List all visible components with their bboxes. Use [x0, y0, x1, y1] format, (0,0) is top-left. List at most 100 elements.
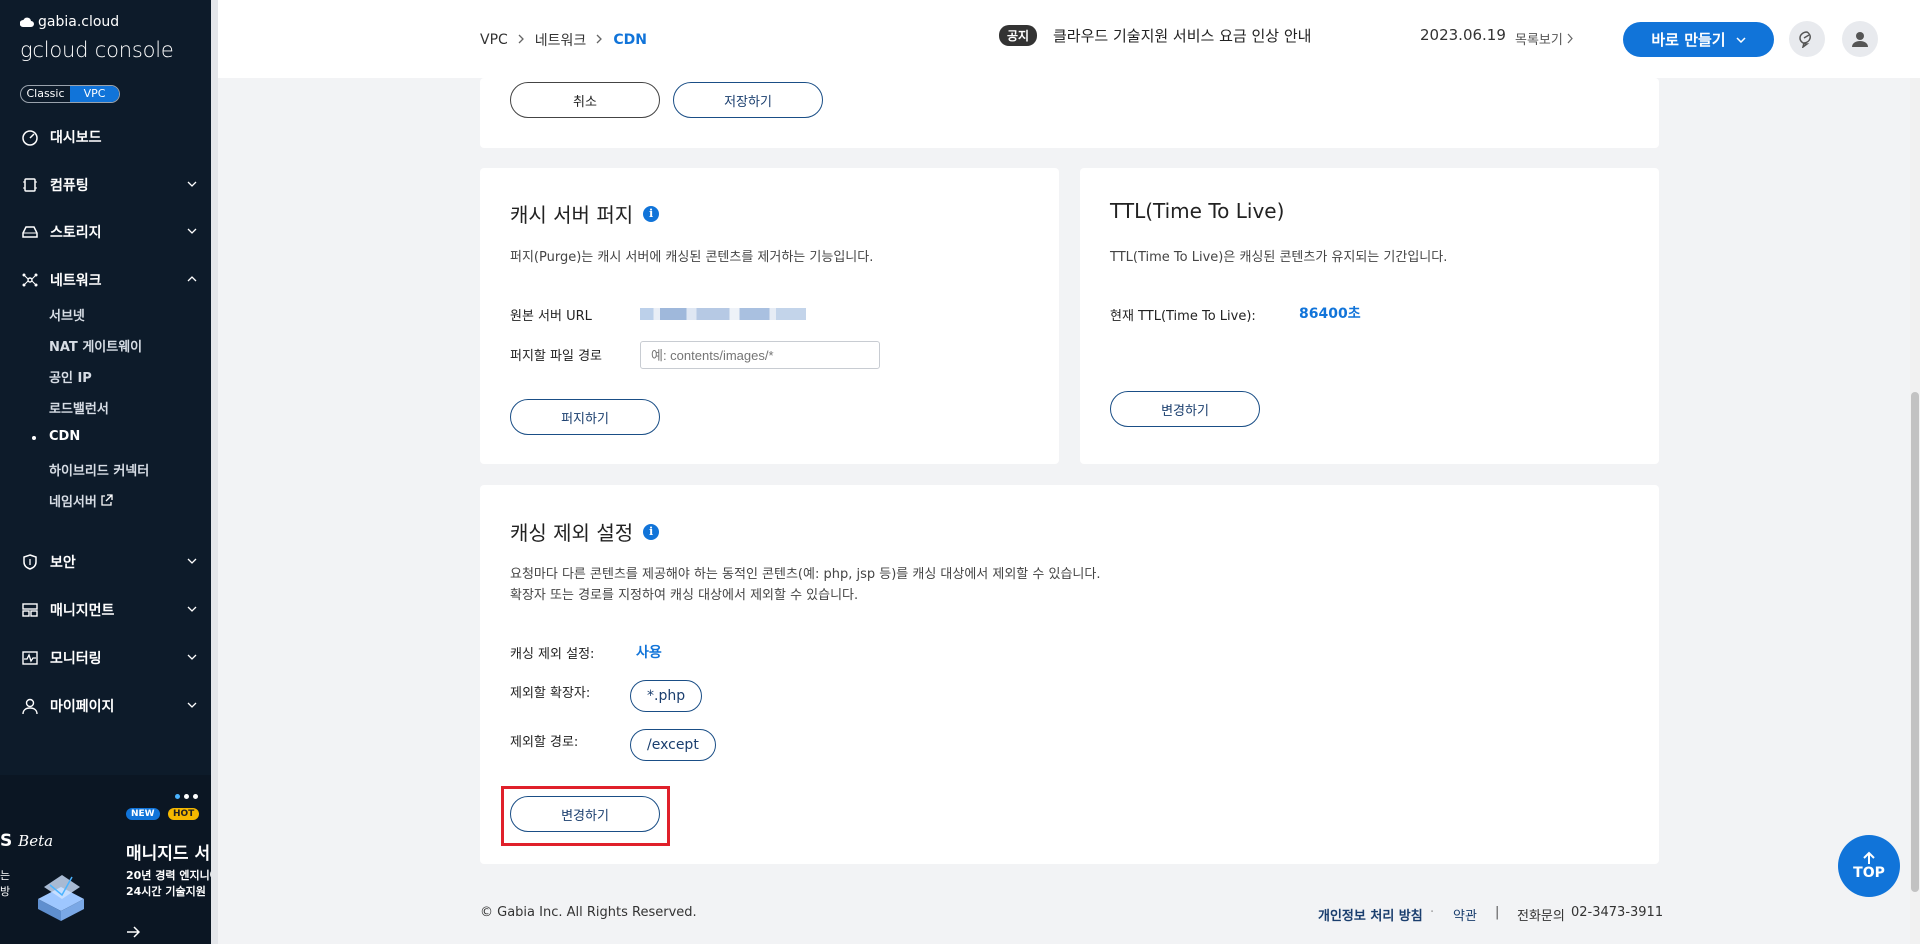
external-link-icon	[101, 494, 113, 506]
chevron-right-icon	[1567, 33, 1573, 44]
user-icon	[1852, 32, 1868, 47]
notice-text[interactable]: 클라우드 기술지원 서비스 요금 인상 안내	[1053, 25, 1311, 46]
sidebar-sub-hybrid-connector[interactable]: 하이브리드 커넥터	[49, 460, 149, 479]
sidebar-sub-cdn[interactable]: CDN	[31, 429, 80, 444]
sidebar-item-dashboard[interactable]: 대시보드	[20, 125, 200, 149]
arrow-right-icon[interactable]	[126, 923, 141, 942]
breadcrumb-vpc[interactable]: VPC	[480, 32, 508, 48]
cache-exclude-desc2: 확장자 또는 경로를 지정하여 캐싱 대상에서 제외할 수 있습니다.	[510, 588, 859, 603]
sidebar-item-storage[interactable]: 스토리지	[20, 220, 200, 244]
phone-label: 전화문의	[1517, 909, 1565, 924]
promo-banner[interactable]: S Beta 는 방 매니지드 서 20년 경력 엔지니어 24시간 기술지원	[0, 775, 211, 944]
server-3d-icon	[30, 865, 92, 927]
sidebar-item-label: 모니터링	[50, 651, 102, 667]
info-icon[interactable]: i	[643, 523, 660, 540]
phone-number: 02-3473-3911	[1571, 905, 1664, 920]
ttl-current-value: 86400초	[1299, 306, 1361, 322]
ttl-current-label: 현재 TTL(Time To Live):	[1110, 309, 1256, 324]
list-link[interactable]: 목록보기	[1515, 29, 1574, 48]
promo-dot[interactable]	[184, 794, 189, 799]
chevron-right-icon	[518, 32, 525, 48]
dashboard-icon	[20, 127, 40, 147]
promo-left-title-text: S	[0, 831, 13, 851]
chat-icon	[1799, 31, 1811, 48]
cache-purge-desc: 퍼지(Purge)는 캐시 서버에 캐싱된 콘텐츠를 제거하는 기능입니다.	[510, 250, 874, 265]
feedback-button[interactable]	[1789, 21, 1825, 57]
promo-dot[interactable]	[193, 794, 198, 799]
brand-small-text: gabia.cloud	[38, 14, 120, 30]
top-header: VPC 네트워크 CDN 공지 클라우드 기술지원 서비스 요금 인상 안내 2…	[218, 0, 1920, 78]
exclude-setting-value: 사용	[636, 645, 662, 661]
sidebar-item-label: 보안	[50, 555, 76, 571]
sidebar-item-monitoring[interactable]: 모니터링	[20, 646, 200, 670]
cache-purge-card: 캐시 서버 퍼지 i 퍼지(Purge)는 캐시 서버에 캐싱된 콘텐츠를 제거…	[480, 168, 1059, 464]
sidebar-sub-nameserver[interactable]: 네임서버	[49, 491, 113, 510]
server-icon	[20, 600, 40, 620]
sidebar-item-management[interactable]: 매니지먼트	[20, 598, 200, 622]
exclude-setting-label: 캐싱 제외 설정:	[510, 647, 595, 662]
breadcrumb-cdn: CDN	[613, 32, 647, 48]
notice-date: 2023.06.19	[1420, 26, 1506, 44]
sidebar-sub-nat-gateway[interactable]: NAT 게이트웨이	[49, 336, 142, 355]
notice-tag: 공지	[999, 25, 1038, 46]
ttl-change-button[interactable]: 변경하기	[1110, 391, 1260, 427]
promo-line1: 20년 경력 엔지니어	[126, 869, 211, 882]
chevron-down-icon	[184, 553, 200, 569]
sidebar-item-security[interactable]: 보안	[20, 550, 200, 574]
ttl-title: TTL(Time To Live)	[1110, 199, 1285, 223]
promo-dot[interactable]	[175, 794, 180, 799]
cache-purge-title-text: 캐시 서버 퍼지	[510, 203, 634, 227]
ttl-card: TTL(Time To Live) TTL(Time To Live)은 캐싱된…	[1080, 168, 1659, 464]
mode-classic[interactable]: Classic	[21, 86, 70, 102]
promo-left-title: S Beta	[0, 831, 53, 851]
cloud-logo-icon	[20, 17, 34, 27]
sidebar-item-mypage[interactable]: 마이페이지	[20, 694, 200, 718]
sidebar-item-computing[interactable]: 컴퓨팅	[20, 173, 200, 197]
page-scrollbar-thumb[interactable]	[1911, 392, 1919, 892]
sidebar-sub-label: 네임서버	[49, 495, 97, 510]
sidebar: gabia.cloud gcloud console Classic VPC 대…	[0, 0, 218, 944]
sidebar-sub-public-ip[interactable]: 공인 IP	[49, 367, 92, 386]
promo-left-suffix: Beta	[18, 832, 54, 850]
sidebar-sub-load-balancer[interactable]: 로드밸런서	[49, 398, 109, 417]
info-icon[interactable]: i	[643, 205, 660, 222]
list-link-label: 목록보기	[1515, 33, 1563, 48]
promo-left-line2: 방	[0, 885, 11, 898]
sidebar-scrollbar[interactable]	[211, 0, 218, 944]
privacy-link[interactable]: 개인정보 처리 방침	[1318, 905, 1423, 924]
mode-toggle[interactable]: Classic VPC	[20, 85, 120, 103]
footer-separator: |	[1495, 905, 1500, 920]
exclude-ext-chip: *.php	[630, 680, 703, 712]
sidebar-item-network[interactable]: 네트워크	[20, 268, 200, 292]
storage-icon	[20, 222, 40, 242]
brand-small[interactable]: gabia.cloud	[20, 14, 119, 30]
arrow-up-icon	[1863, 851, 1875, 864]
promo-pagination[interactable]	[175, 794, 198, 799]
sidebar-sub-subnet[interactable]: 서브넷	[49, 305, 85, 324]
cancel-button[interactable]: 취소	[510, 82, 660, 118]
breadcrumb-network[interactable]: 네트워크	[535, 30, 587, 50]
chevron-down-icon	[184, 697, 200, 713]
sidebar-item-label: 마이페이지	[50, 699, 115, 715]
terms-link[interactable]: 약관	[1453, 905, 1477, 924]
mode-vpc[interactable]: VPC	[70, 86, 119, 102]
profile-button[interactable]	[1842, 21, 1878, 57]
chevron-down-icon	[184, 601, 200, 617]
promo-left-line1: 는	[0, 869, 11, 882]
purge-path-input[interactable]	[640, 341, 880, 369]
quick-create-label: 바로 만들기	[1651, 31, 1726, 49]
quick-create-button[interactable]: 바로 만들기	[1623, 22, 1774, 57]
sidebar-item-label: 스토리지	[50, 225, 102, 241]
scroll-top-button[interactable]: TOP	[1838, 835, 1900, 897]
purge-button[interactable]: 퍼지하기	[510, 399, 660, 435]
cache-exclude-title-text: 캐싱 제외 설정	[510, 521, 634, 545]
exclude-path-label: 제외할 경로:	[510, 735, 579, 750]
brand-main[interactable]: gcloud console	[20, 38, 174, 62]
save-button[interactable]: 저장하기	[673, 82, 823, 118]
origin-url-label: 원본 서버 URL	[510, 309, 592, 324]
chevron-right-icon	[596, 32, 603, 48]
sidebar-item-label: 컴퓨팅	[50, 178, 89, 194]
sidebar-item-label: 네트워크	[50, 273, 102, 289]
origin-url-value-redacted	[640, 308, 806, 320]
copyright: © Gabia Inc. All Rights Reserved.	[480, 905, 697, 920]
